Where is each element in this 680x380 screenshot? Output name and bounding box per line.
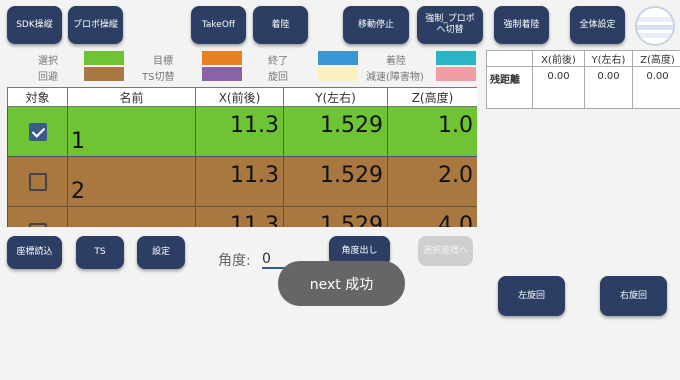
rotate-left-button[interactable]: 左旋回 <box>498 276 565 316</box>
force-propo-label-line2: へ切替 <box>436 25 464 35</box>
sdk-control-button[interactable]: SDK操縦 <box>7 6 62 44</box>
row-x: 11.3 <box>195 206 284 227</box>
side-header-x: X(前後) <box>532 50 585 67</box>
header-z: Z(高度) <box>387 87 477 107</box>
waypoint-table: 対象 名前 X(前後) Y(左右) Z(高度) 1 11.3 1.529 1.0 <box>7 87 477 227</box>
legend-rotate-swatch <box>318 67 358 81</box>
header-target: 対象 <box>7 87 68 107</box>
globe-band <box>637 33 673 38</box>
row-z: 4.0 <box>387 206 477 227</box>
row-name: 2 <box>67 156 196 207</box>
remaining-z-value: 0.00 <box>632 66 680 109</box>
legend-target-swatch <box>202 51 242 65</box>
ts-button[interactable]: TS <box>76 236 124 269</box>
takeoff-button[interactable]: TakeOff <box>191 6 246 44</box>
row-x: 11.3 <box>195 106 284 157</box>
remaining-x-value: 0.00 <box>532 66 585 109</box>
header-y: Y(左右) <box>283 87 388 107</box>
to-selected-coords-button[interactable]: 選択座標へ <box>418 236 473 266</box>
remaining-y-value: 0.00 <box>584 66 633 109</box>
load-coords-button[interactable]: 座標読込 <box>7 236 62 269</box>
rotate-right-button[interactable]: 右旋回 <box>600 276 667 316</box>
global-settings-button[interactable]: 全体設定 <box>570 6 625 44</box>
globe-icon[interactable] <box>635 6 675 46</box>
table-row[interactable]: 2 11.3 1.529 2.0 <box>7 156 477 207</box>
legend-select-swatch <box>84 51 124 65</box>
move-stop-button[interactable]: 移動停止 <box>343 6 409 44</box>
header-name: 名前 <box>67 87 196 107</box>
row-checkbox[interactable] <box>28 173 47 191</box>
legend-ts-switch-swatch <box>202 67 242 81</box>
row-z: 1.0 <box>387 106 477 157</box>
row-checkbox[interactable] <box>28 223 47 227</box>
angle-label: 角度: <box>218 253 251 269</box>
legend-slowdown-label: 減速(障害物) <box>366 72 424 83</box>
waypoint-table-container[interactable]: 対象 名前 X(前後) Y(左右) Z(高度) 1 11.3 1.529 1.0 <box>7 87 477 227</box>
legend-end-label: 終了 <box>268 56 288 67</box>
row-target-cell[interactable] <box>7 156 68 207</box>
legend-ts-switch-label: TS切替 <box>142 72 175 83</box>
side-header-z: Z(高度) <box>632 50 680 67</box>
row-y: 1.529 <box>283 156 388 207</box>
row-name: 1 <box>67 106 196 157</box>
propo-control-button[interactable]: プロポ操縦 <box>68 6 123 44</box>
legend-landing-label: 着陸 <box>386 56 406 67</box>
header-x: X(前後) <box>195 87 284 107</box>
row-name: 3 <box>67 206 196 227</box>
settings-button[interactable]: 設定 <box>137 236 185 269</box>
force-land-button[interactable]: 強制着陸 <box>494 6 549 44</box>
side-header-y: Y(左右) <box>584 50 633 67</box>
side-header-blank <box>486 50 533 67</box>
toast-message: next 成功 <box>278 261 405 306</box>
legend-landing-swatch <box>436 51 476 65</box>
row-checkbox[interactable] <box>28 123 47 141</box>
row-y: 1.529 <box>283 206 388 227</box>
remaining-distance-label: 残距離 <box>486 66 533 109</box>
legend-avoid-swatch <box>84 67 124 81</box>
row-target-cell[interactable] <box>7 206 68 227</box>
table-row[interactable]: 1 11.3 1.529 1.0 <box>7 106 477 157</box>
force-propo-label-line1: 強制_プロポ <box>425 14 475 24</box>
table-row[interactable]: 3 11.3 1.529 4.0 <box>7 206 477 227</box>
land-button[interactable]: 着陸 <box>253 6 308 44</box>
legend-end-swatch <box>318 51 358 65</box>
row-x: 11.3 <box>195 156 284 207</box>
row-y: 1.529 <box>283 106 388 157</box>
remaining-distance-table: X(前後) Y(左右) Z(高度) 残距離 0.00 0.00 0.00 <box>486 50 680 109</box>
legend-select-label: 選択 <box>38 56 58 67</box>
app-root: SDK操縦 プロポ操縦 TakeOff 着陸 移動停止 強制_プロポ へ切替 強… <box>0 0 680 380</box>
legend-avoid-label: 回避 <box>38 72 58 83</box>
row-target-cell[interactable] <box>7 106 68 157</box>
legend-slowdown-swatch <box>436 67 476 81</box>
row-z: 2.0 <box>387 156 477 207</box>
globe-band <box>637 17 673 22</box>
force-propo-button[interactable]: 強制_プロポ へ切替 <box>417 6 483 44</box>
globe-band <box>637 25 673 30</box>
legend-target-label: 目標 <box>153 56 173 67</box>
legend-rotate-label: 旋回 <box>268 72 288 83</box>
waypoint-table-header: 対象 名前 X(前後) Y(左右) Z(高度) <box>7 87 477 107</box>
